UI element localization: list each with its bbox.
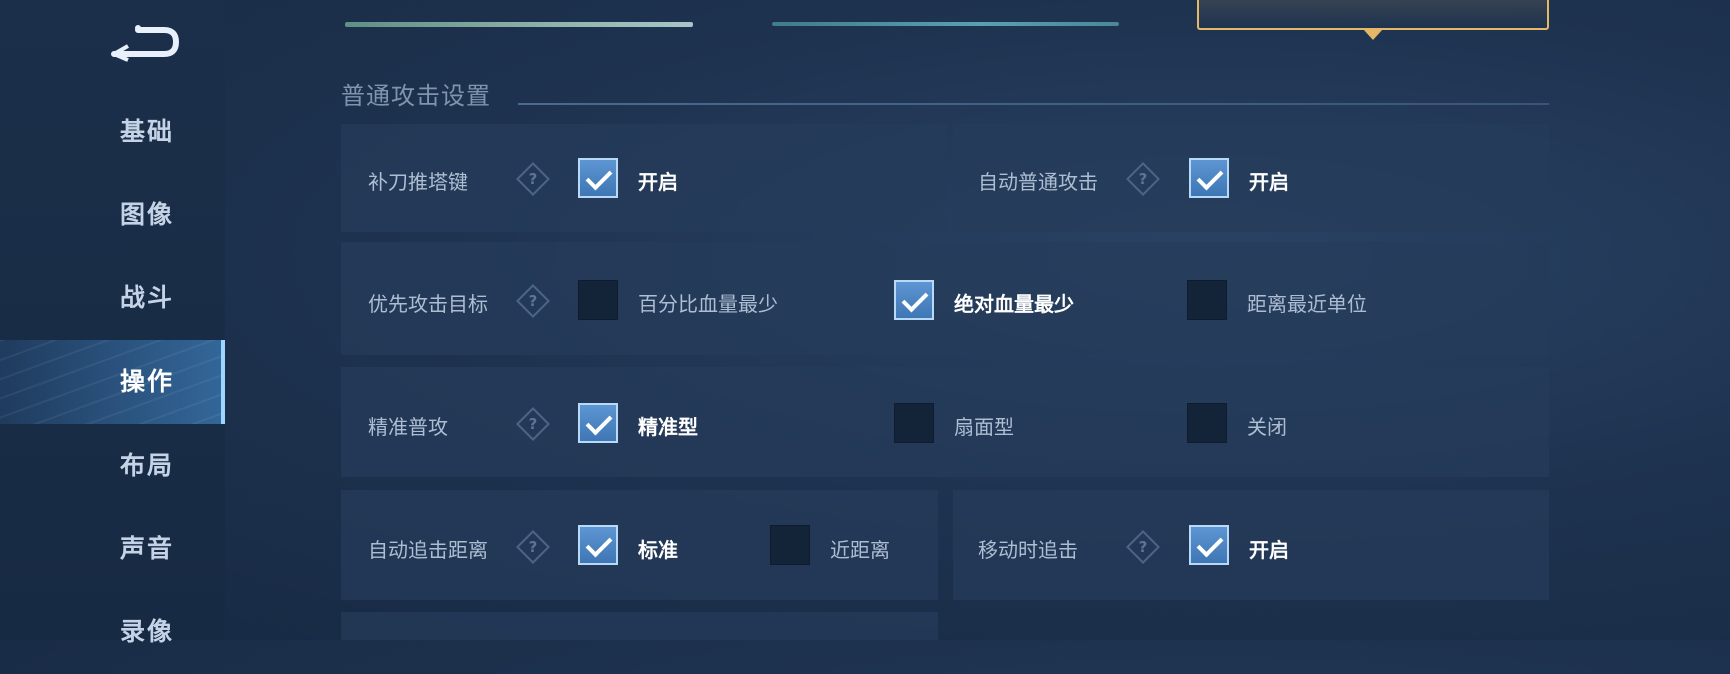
option-label[interactable]: 开启 <box>638 166 678 195</box>
option-label[interactable]: 标准 <box>638 534 678 563</box>
checkmark-icon <box>901 285 929 313</box>
priority-nearest-checkbox[interactable] <box>1187 280 1227 320</box>
sidebar-item-label: 图像 <box>120 200 175 229</box>
priority-absolute-hp-checkbox[interactable] <box>894 280 934 320</box>
sidebar-item-replay[interactable]: 录像 <box>0 590 225 674</box>
active-tab-caret-icon <box>1363 29 1383 40</box>
tab-3-active[interactable] <box>1197 0 1549 30</box>
sidebar-item-label: 基础 <box>120 117 175 146</box>
chase-near-checkbox[interactable] <box>770 525 810 565</box>
fan-type-checkbox[interactable] <box>894 403 934 443</box>
chase-moving-checkbox[interactable] <box>1189 525 1229 565</box>
option-label[interactable]: 百分比血量最少 <box>638 288 778 317</box>
section-title: 普通攻击设置 <box>341 82 491 110</box>
setting-label: 补刀推塔键 <box>368 170 468 194</box>
sidebar-item-label: 操作 <box>120 367 175 396</box>
back-button[interactable] <box>108 20 184 64</box>
sidebar-item-graphics[interactable]: 图像 <box>0 173 225 257</box>
checkmark-icon <box>1196 163 1224 191</box>
setting-panel-next <box>341 612 938 640</box>
precise-type-checkbox[interactable] <box>578 403 618 443</box>
back-arrow-icon <box>111 25 180 62</box>
sidebar-item-label: 布局 <box>120 451 175 480</box>
chase-standard-checkbox[interactable] <box>578 525 618 565</box>
checkmark-icon <box>585 530 613 558</box>
sidebar-item-basic[interactable]: 基础 <box>0 90 225 174</box>
option-label[interactable]: 绝对血量最少 <box>954 288 1074 317</box>
option-label[interactable]: 扇面型 <box>954 411 1014 440</box>
setting-label: 自动追击距离 <box>368 538 488 562</box>
option-label[interactable]: 精准型 <box>638 411 698 440</box>
auto-attack-checkbox[interactable] <box>1189 158 1229 198</box>
setting-label: 精准普攻 <box>368 415 448 439</box>
sidebar-item-label: 声音 <box>120 534 175 563</box>
sidebar-item-sound[interactable]: 声音 <box>0 507 225 591</box>
sidebar-item-combat[interactable]: 战斗 <box>0 256 225 340</box>
option-label[interactable]: 关闭 <box>1247 411 1287 440</box>
option-label[interactable]: 近距离 <box>830 534 890 563</box>
tab-1[interactable] <box>345 22 693 27</box>
option-label[interactable]: 开启 <box>1249 166 1289 195</box>
priority-percent-hp-checkbox[interactable] <box>578 280 618 320</box>
checkmark-icon <box>1196 530 1224 558</box>
setting-label: 自动普通攻击 <box>978 170 1098 194</box>
option-label[interactable]: 距离最近单位 <box>1247 288 1367 317</box>
setting-label: 优先攻击目标 <box>368 292 488 316</box>
sidebar-item-label: 战斗 <box>120 283 175 312</box>
last-hit-checkbox[interactable] <box>578 158 618 198</box>
sidebar-item-controls[interactable]: 操作 <box>0 340 225 424</box>
sidebar: 基础 图像 战斗 操作 布局 声音 录像 <box>0 0 225 646</box>
checkmark-icon <box>585 408 613 436</box>
section-divider <box>518 103 1549 105</box>
checkmark-icon <box>585 163 613 191</box>
tab-2[interactable] <box>772 22 1119 26</box>
sidebar-item-label: 录像 <box>120 617 175 646</box>
option-label[interactable]: 开启 <box>1249 534 1289 563</box>
precise-off-checkbox[interactable] <box>1187 403 1227 443</box>
sidebar-item-layout[interactable]: 布局 <box>0 424 225 508</box>
setting-label: 移动时追击 <box>978 538 1078 562</box>
